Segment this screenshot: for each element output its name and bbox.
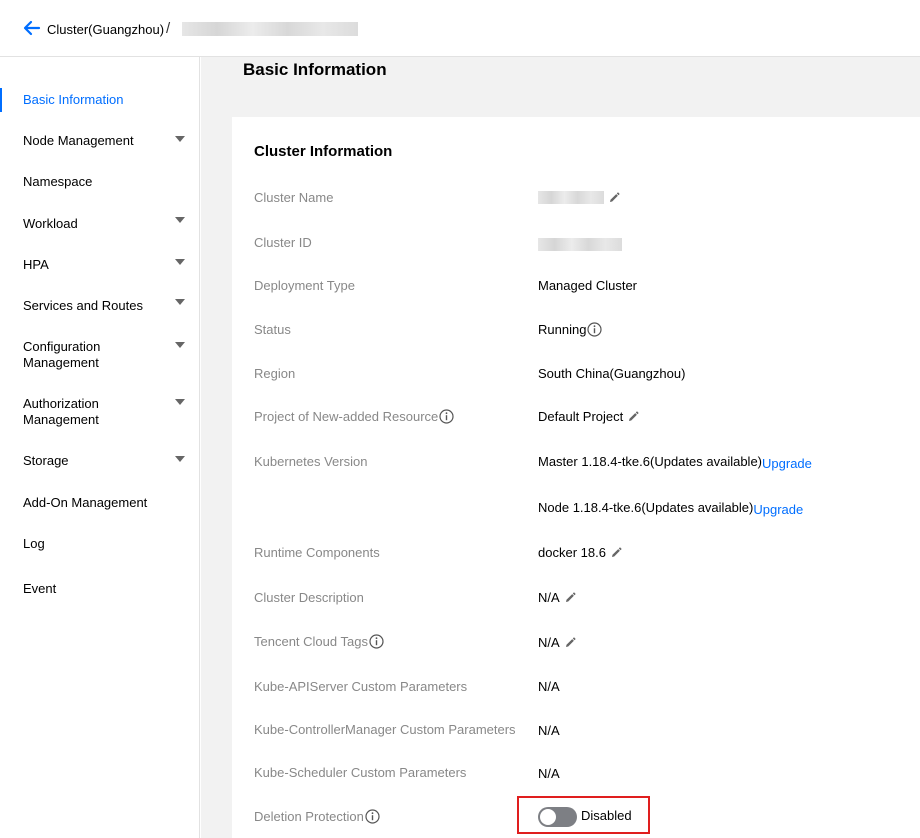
page-title: Basic Information bbox=[243, 60, 387, 79]
edit-icon[interactable] bbox=[564, 637, 576, 649]
deletion-protection-toggle[interactable] bbox=[538, 807, 577, 827]
breadcrumb-separator: / bbox=[166, 20, 171, 37]
node-version-value: Node 1.18.4-tke.6(Updates available)Upgr… bbox=[538, 500, 803, 517]
project-text: Default Project bbox=[538, 409, 624, 424]
deletion-protection-status: Disabled bbox=[581, 808, 632, 823]
cluster-name-redacted bbox=[538, 191, 604, 204]
toggle-knob bbox=[540, 809, 556, 825]
deletion-protection-highlight: Disabled bbox=[517, 796, 650, 834]
info-icon[interactable] bbox=[369, 634, 384, 649]
cluster-name-value bbox=[538, 190, 620, 205]
edit-icon[interactable] bbox=[564, 592, 576, 604]
upgrade-master-link[interactable]: Upgrade bbox=[762, 456, 812, 471]
sidebar-item-configuration-management[interactable]: Configuration Management bbox=[0, 339, 160, 371]
chevron-down-icon[interactable] bbox=[175, 456, 185, 462]
kubernetes-version-label: Kubernetes Version bbox=[254, 454, 368, 469]
status-label: Status bbox=[254, 322, 291, 337]
sidebar-item-workload[interactable]: Workload bbox=[0, 216, 200, 232]
sidebar-item-add-on-management[interactable]: Add-On Management bbox=[0, 495, 200, 511]
info-icon[interactable] bbox=[439, 409, 454, 424]
sidebar-item-log[interactable]: Log bbox=[0, 536, 200, 552]
info-icon[interactable] bbox=[587, 322, 603, 337]
apiserver-params-label: Kube-APIServer Custom Parameters bbox=[254, 679, 468, 694]
main-content: Basic Information Cluster Information Cl… bbox=[201, 57, 920, 838]
sidebar-item-hpa[interactable]: HPA bbox=[0, 257, 200, 273]
master-version-text: Master 1.18.4-tke.6(Updates available) bbox=[538, 454, 763, 469]
edit-icon[interactable] bbox=[608, 192, 620, 204]
project-value: Default Project bbox=[538, 409, 639, 424]
sidebar-item-authorization-management[interactable]: Authorization Management bbox=[0, 396, 160, 428]
cluster-name-label: Cluster Name bbox=[254, 190, 334, 205]
breadcrumb-cluster-link[interactable]: Cluster(Guangzhou) bbox=[47, 22, 164, 37]
cluster-information-card: Cluster Information Cluster Name Cluster… bbox=[232, 117, 920, 838]
tags-label-text: Tencent Cloud Tags bbox=[254, 634, 368, 649]
tags-label: Tencent Cloud Tags bbox=[254, 634, 384, 649]
deployment-type-label: Deployment Type bbox=[254, 278, 355, 293]
edit-icon[interactable] bbox=[627, 411, 639, 423]
breadcrumb-cluster-id-redacted bbox=[182, 22, 358, 36]
region-label: Region bbox=[254, 366, 296, 381]
scheduler-params-label: Kube-Scheduler Custom Parameters bbox=[254, 765, 467, 780]
top-bar: Cluster(Guangzhou) / bbox=[0, 0, 920, 57]
sidebar-item-event[interactable]: Event bbox=[0, 581, 200, 597]
project-label: Project of New-added Resource bbox=[254, 409, 454, 424]
deployment-type-value: Managed Cluster bbox=[538, 278, 637, 293]
description-text: N/A bbox=[538, 590, 560, 605]
chevron-down-icon[interactable] bbox=[175, 299, 185, 305]
cluster-id-value bbox=[538, 235, 622, 251]
tags-text: N/A bbox=[538, 635, 560, 650]
controller-manager-params-value: N/A bbox=[538, 723, 560, 738]
runtime-components-label: Runtime Components bbox=[254, 545, 380, 560]
chevron-down-icon[interactable] bbox=[175, 399, 185, 405]
master-version-value: Master 1.18.4-tke.6(Updates available)Up… bbox=[538, 454, 812, 471]
region-value: South China(Guangzhou) bbox=[538, 366, 686, 381]
apiserver-params-value: N/A bbox=[538, 679, 560, 694]
sidebar-item-services-and-routes[interactable]: Services and Routes bbox=[0, 298, 200, 314]
chevron-down-icon[interactable] bbox=[175, 217, 185, 223]
status-text: Running bbox=[538, 322, 587, 337]
controller-manager-params-label: Kube-ControllerManager Custom Parameters bbox=[254, 722, 516, 737]
runtime-text: docker 18.6 bbox=[538, 545, 606, 560]
deletion-protection-label: Deletion Protection bbox=[254, 809, 380, 824]
sidebar-item-storage[interactable]: Storage bbox=[0, 453, 200, 469]
upgrade-node-link[interactable]: Upgrade bbox=[753, 502, 803, 517]
back-arrow-icon[interactable] bbox=[22, 18, 42, 38]
cluster-description-value: N/A bbox=[538, 590, 576, 605]
deletion-protection-label-text: Deletion Protection bbox=[254, 809, 364, 824]
cluster-id-label: Cluster ID bbox=[254, 235, 312, 250]
edit-icon[interactable] bbox=[610, 547, 622, 559]
cluster-description-label: Cluster Description bbox=[254, 590, 364, 605]
sidebar-item-basic-information[interactable]: Basic Information bbox=[0, 88, 200, 112]
runtime-components-value: docker 18.6 bbox=[538, 545, 622, 560]
node-version-text: Node 1.18.4-tke.6(Updates available) bbox=[538, 500, 754, 515]
info-icon[interactable] bbox=[365, 809, 380, 824]
scheduler-params-value: N/A bbox=[538, 766, 560, 781]
tags-value: N/A bbox=[538, 635, 576, 650]
sidebar-item-node-management[interactable]: Node Management bbox=[0, 133, 200, 149]
status-value: Running bbox=[538, 322, 603, 337]
sidebar-item-namespace[interactable]: Namespace bbox=[0, 174, 200, 190]
card-title: Cluster Information bbox=[254, 143, 393, 160]
chevron-down-icon[interactable] bbox=[175, 259, 185, 265]
sidebar: Basic Information Node Management Namesp… bbox=[0, 57, 200, 838]
chevron-down-icon[interactable] bbox=[175, 342, 185, 348]
chevron-down-icon[interactable] bbox=[175, 136, 185, 142]
project-label-text: Project of New-added Resource bbox=[254, 409, 439, 424]
cluster-id-redacted bbox=[538, 238, 622, 251]
